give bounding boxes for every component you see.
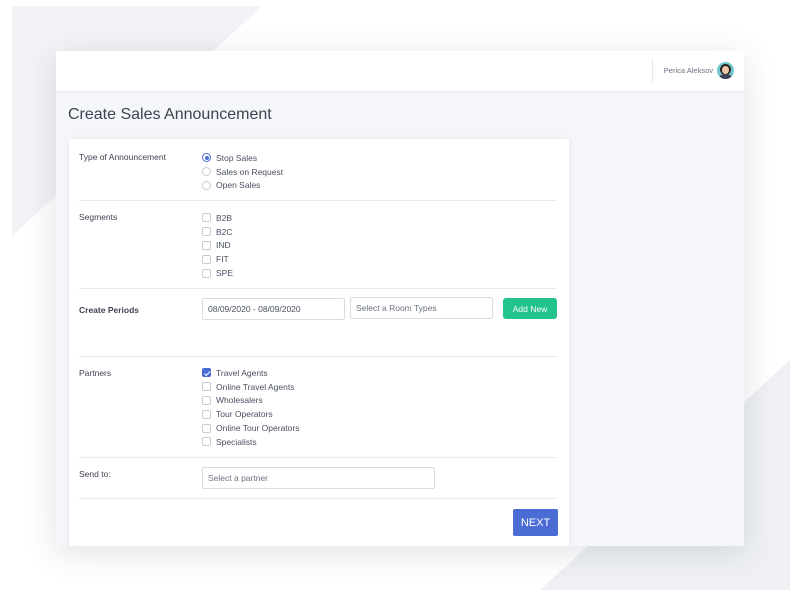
checkbox-icon[interactable] <box>202 268 211 278</box>
announcement-type-label: Type of Announcement <box>79 152 166 162</box>
checkbox-label: Wholesalers <box>216 395 263 406</box>
next-button[interactable]: NEXT <box>513 509 558 536</box>
checkbox-label: B2C <box>216 226 233 237</box>
user-name[interactable]: Perica Aleksov <box>664 66 713 75</box>
radio-stop-sales[interactable]: Stop Sales <box>202 151 283 165</box>
send-to-label: Send to: <box>79 469 111 479</box>
announcement-type-options: Stop Sales Sales on Request Open Sales <box>202 151 283 192</box>
checkbox-travel-agents[interactable]: Travel Agents <box>202 366 299 380</box>
checkbox-online-travel-agents[interactable]: Online Travel Agents <box>202 380 299 394</box>
room-types-select[interactable]: Select a Room Types <box>350 297 493 319</box>
radio-sales-on-request[interactable]: Sales on Request <box>202 165 283 179</box>
checkbox-label: Travel Agents <box>216 367 268 378</box>
segments-options: B2B B2C IND FIT SPE <box>202 211 233 280</box>
checkbox-icon[interactable] <box>202 395 211 405</box>
checkbox-specialists[interactable]: Specialists <box>202 435 299 449</box>
segments-section: Segments B2B B2C IND FIT SPE <box>79 201 557 289</box>
announcement-type-section: Type of Announcement Stop Sales Sales on… <box>79 139 557 201</box>
radio-label: Sales on Request <box>216 166 284 177</box>
checkbox-icon[interactable] <box>202 254 211 264</box>
checkbox-icon[interactable] <box>202 409 211 419</box>
checkbox-tour-operators[interactable]: Tour Operators <box>202 407 299 421</box>
form-actions: NEXT <box>79 499 558 546</box>
checkbox-wholesalers[interactable]: Wholesalers <box>202 394 299 408</box>
checkbox-online-tour-operators[interactable]: Online Tour Operators <box>202 421 299 435</box>
page-title: Create Sales Announcement <box>68 106 272 123</box>
periods-section: Create Periods 08/09/2020 - 08/09/2020 S… <box>79 289 557 357</box>
radio-empty-icon[interactable] <box>202 180 211 190</box>
checkbox-label: B2B <box>216 212 233 223</box>
radio-empty-icon[interactable] <box>202 167 211 177</box>
top-bar: Perica Aleksov <box>56 51 744 91</box>
radio-label: Open Sales <box>216 180 261 191</box>
checkbox-label: Online Tour Operators <box>216 423 300 434</box>
partners-label: Partners <box>79 368 112 378</box>
checkbox-label: Specialists <box>216 436 257 447</box>
radio-selected-icon[interactable] <box>202 153 211 163</box>
checkbox-label: Tour Operators <box>216 409 273 420</box>
send-to-section: Send to: Select a partner <box>79 458 557 499</box>
radio-open-sales[interactable]: Open Sales <box>202 179 283 193</box>
date-range-input[interactable]: 08/09/2020 - 08/09/2020 <box>202 298 345 320</box>
radio-label: Stop Sales <box>216 152 258 163</box>
user-avatar-icon[interactable] <box>717 62 734 79</box>
checkbox-icon[interactable] <box>202 240 211 250</box>
topbar-divider <box>652 59 653 83</box>
checkbox-icon[interactable] <box>202 213 211 223</box>
checkbox-b2b[interactable]: B2B <box>202 211 233 225</box>
checkbox-icon[interactable] <box>202 423 211 433</box>
partners-section: Partners Travel Agents Online Travel Age… <box>79 357 557 458</box>
partner-select[interactable]: Select a partner <box>202 467 435 489</box>
app-window: Perica Aleksov Create Sales Announcement… <box>56 51 744 546</box>
checkbox-label: IND <box>216 240 231 251</box>
checkbox-icon[interactable] <box>202 437 211 447</box>
announcement-form: Type of Announcement Stop Sales Sales on… <box>69 139 569 546</box>
checkbox-b2c[interactable]: B2C <box>202 225 233 239</box>
partners-options: Travel Agents Online Travel Agents Whole… <box>202 366 299 449</box>
checkbox-fit[interactable]: FIT <box>202 252 233 266</box>
checkbox-ind[interactable]: IND <box>202 239 233 253</box>
checkbox-label: FIT <box>216 254 229 265</box>
checkbox-label: Online Travel Agents <box>216 381 295 392</box>
checkbox-checked-icon[interactable] <box>202 368 211 378</box>
segments-label: Segments <box>79 212 118 222</box>
checkbox-icon[interactable] <box>202 227 211 237</box>
periods-label: Create Periods <box>79 305 139 315</box>
checkbox-spe[interactable]: SPE <box>202 266 233 280</box>
add-new-button[interactable]: Add New <box>503 298 557 319</box>
checkbox-label: SPE <box>216 268 234 279</box>
checkbox-icon[interactable] <box>202 382 211 392</box>
